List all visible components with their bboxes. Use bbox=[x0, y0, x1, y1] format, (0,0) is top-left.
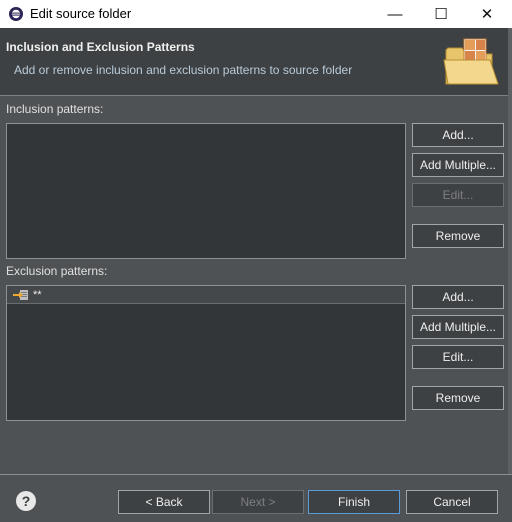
eclipse-app-icon bbox=[9, 7, 23, 21]
window-titlebar: Edit source folder — ☐ ✕ bbox=[0, 0, 512, 28]
inclusion-edit-button[interactable]: Edit... bbox=[412, 183, 504, 207]
window-title: Edit source folder bbox=[30, 6, 132, 21]
inclusion-patterns-list[interactable] bbox=[6, 123, 406, 259]
close-icon: ✕ bbox=[480, 6, 494, 23]
exclusion-add-multiple-button[interactable]: Add Multiple... bbox=[412, 315, 504, 339]
exclusion-add-button[interactable]: Add... bbox=[412, 285, 504, 309]
cancel-button[interactable]: Cancel bbox=[406, 490, 498, 514]
next-button[interactable]: Next > bbox=[212, 490, 304, 514]
header-title: Inclusion and Exclusion Patterns bbox=[6, 40, 195, 54]
inclusion-add-multiple-button[interactable]: Add Multiple... bbox=[412, 153, 504, 177]
dialog-right-edge bbox=[508, 28, 512, 474]
exclusion-patterns-list[interactable]: ** bbox=[6, 285, 406, 421]
close-button[interactable]: ✕ bbox=[464, 0, 510, 28]
inclusion-add-button[interactable]: Add... bbox=[412, 123, 504, 147]
maximize-icon: ☐ bbox=[434, 6, 448, 23]
minimize-button[interactable]: — bbox=[372, 0, 418, 28]
help-icon[interactable]: ? bbox=[16, 491, 36, 511]
back-button[interactable]: < Back bbox=[118, 490, 210, 514]
finish-button[interactable]: Finish bbox=[308, 490, 400, 514]
dialog-header: Inclusion and Exclusion Patterns Add or … bbox=[0, 28, 512, 96]
exclusion-pattern-text: ** bbox=[33, 288, 42, 301]
footer-separator bbox=[0, 474, 512, 475]
exclusion-pattern-icon bbox=[13, 289, 28, 300]
exclusion-patterns-label: Exclusion patterns: bbox=[6, 264, 108, 278]
inclusion-patterns-label: Inclusion patterns: bbox=[6, 102, 104, 116]
inclusion-remove-button[interactable]: Remove bbox=[412, 224, 504, 248]
folder-icon bbox=[443, 38, 499, 85]
minimize-icon: — bbox=[387, 5, 403, 23]
header-description: Add or remove inclusion and exclusion pa… bbox=[14, 63, 353, 77]
maximize-button[interactable]: ☐ bbox=[418, 0, 464, 28]
list-item[interactable]: ** bbox=[7, 286, 405, 304]
exclusion-edit-button[interactable]: Edit... bbox=[412, 345, 504, 369]
exclusion-remove-button[interactable]: Remove bbox=[412, 386, 504, 410]
